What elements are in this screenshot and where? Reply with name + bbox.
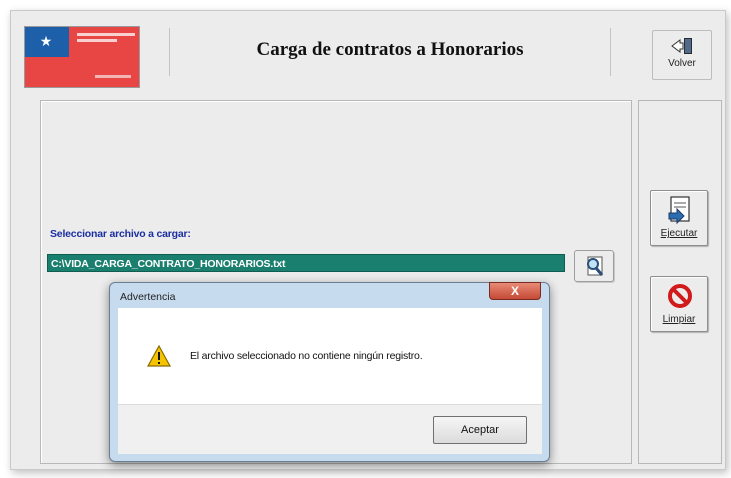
limpiar-button[interactable]: Limpiar [650,276,708,332]
star-icon: ★ [39,33,53,49]
dialog-title: Advertencia [120,291,176,303]
title-divider [169,28,170,76]
no-entry-icon [668,284,692,308]
volver-button[interactable]: Volver [652,30,712,80]
file-path-input[interactable]: C:\VIDA_CARGA_CONTRATO_HONORARIOS.txt [47,254,565,272]
volver-label: Volver [668,58,696,69]
page-title: Carga de contratos a Honorarios [256,39,524,60]
logo-text-line [77,39,117,42]
aceptar-button[interactable]: Aceptar [433,416,527,444]
run-document-icon [668,196,690,225]
file-field-label: Seleccionar archivo a cargar: [50,228,191,240]
magnifier-icon [587,256,604,276]
gov-logo: ★ [24,26,140,88]
ejecutar-label: Ejecutar [660,228,698,239]
ejecutar-button[interactable]: Ejecutar [650,190,708,246]
logo-text-line [95,75,131,78]
dialog-close-button[interactable]: X [489,282,541,300]
logo-text-line [77,33,135,36]
browse-button[interactable] [574,250,614,282]
dialog-message: El archivo seleccionado no contiene ning… [190,350,423,362]
limpiar-label: Limpiar [662,314,696,325]
door-exit-icon [671,38,692,54]
warning-triangle-icon [146,344,172,367]
title-divider [610,28,611,76]
